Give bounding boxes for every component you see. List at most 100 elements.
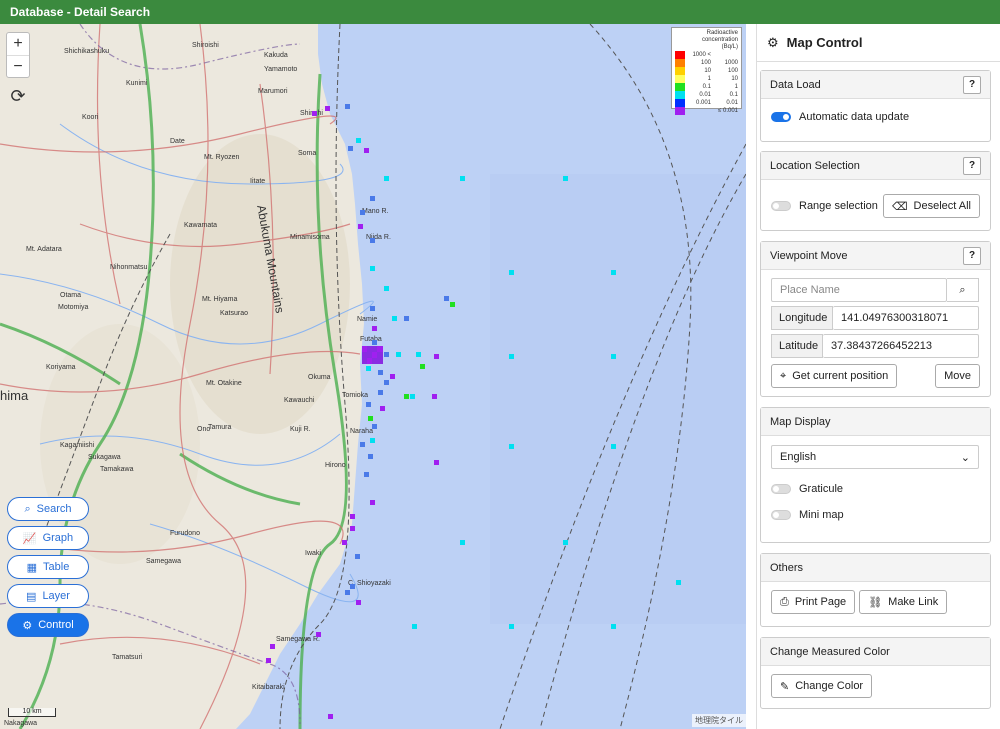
help-button[interactable]: ? [963,75,981,94]
measurement-point[interactable] [368,416,373,421]
print-page-button[interactable]: ⎙ Print Page [771,590,856,614]
zoom-in-button[interactable]: + [7,33,29,55]
measurement-point[interactable] [270,644,275,649]
measurement-point[interactable] [356,138,361,143]
measurement-point[interactable] [356,600,361,605]
measurement-point[interactable] [390,374,395,379]
measurement-point[interactable] [676,580,681,585]
measurement-point[interactable] [392,316,397,321]
measurement-point[interactable] [509,354,514,359]
measurement-point[interactable] [370,196,375,201]
measurement-point[interactable] [378,370,383,375]
layer-button[interactable]: ▤ Layer [7,584,89,608]
measurement-point[interactable] [358,224,363,229]
measurement-point[interactable] [563,176,568,181]
measurement-point[interactable] [404,316,409,321]
auto-update-toggle[interactable] [771,112,791,122]
measurement-point[interactable] [611,444,616,449]
measurement-point[interactable] [370,438,375,443]
range-selection-toggle[interactable] [771,201,791,211]
measurement-point[interactable] [377,352,383,358]
map-attribution[interactable]: 地理院タイル [692,714,746,727]
measurement-point[interactable] [370,500,375,505]
search-button[interactable]: ⌕ Search [7,497,89,521]
refresh-icon[interactable]: ⟳ [6,84,30,108]
measurement-point[interactable] [364,148,369,153]
measurement-point[interactable] [360,442,365,447]
measurement-point[interactable] [384,380,389,385]
measurement-point[interactable] [384,286,389,291]
measurement-point[interactable] [372,326,377,331]
measurement-point[interactable] [432,394,437,399]
graph-button[interactable]: 📈 Graph [7,526,89,550]
measurement-point[interactable] [370,266,375,271]
measurement-point[interactable] [380,406,385,411]
measurement-point[interactable] [355,554,360,559]
measurement-point[interactable] [434,354,439,359]
minimap-toggle[interactable] [771,510,791,520]
search-place-button[interactable]: ⌕ [947,278,979,302]
measurement-point[interactable] [509,444,514,449]
measurement-point[interactable] [328,714,333,719]
measurement-point[interactable] [350,526,355,531]
measurement-point[interactable] [378,390,383,395]
measurement-point[interactable] [350,584,355,589]
measurement-point[interactable] [384,176,389,181]
measurement-point[interactable] [396,352,401,357]
help-button[interactable]: ? [963,156,981,175]
measurement-point[interactable] [377,346,383,352]
measurement-point[interactable] [509,624,514,629]
measurement-point[interactable] [345,104,350,109]
measurement-point[interactable] [450,302,455,307]
measurement-point[interactable] [350,514,355,519]
measurement-point[interactable] [364,472,369,477]
longitude-input[interactable]: 141.04976300318071 [833,306,979,330]
measurement-point[interactable] [563,540,568,545]
measurement-point[interactable] [384,352,389,357]
measurement-point[interactable] [460,176,465,181]
measurement-point[interactable] [368,454,373,459]
make-link-button[interactable]: ⛓ Make Link [859,590,948,614]
measurement-point[interactable] [416,352,421,357]
measurement-point[interactable] [325,106,330,111]
latitude-input[interactable]: 37.38437266452213 [823,334,979,358]
deselect-all-button[interactable]: ⌫ Deselect All [882,194,980,218]
measurement-point[interactable] [342,540,347,545]
measurement-point[interactable] [366,366,371,371]
zoom-out-button[interactable]: − [7,55,29,77]
others-card: Others ⎙ Print Page ⛓ Make Link [760,553,991,627]
language-select[interactable]: English ⌄ [771,445,979,469]
measurement-point[interactable] [372,340,377,345]
measurement-point[interactable] [412,624,417,629]
get-current-position-button[interactable]: ⌖ Get current position [771,364,898,388]
measurement-point[interactable] [611,270,616,275]
graticule-toggle[interactable] [771,484,791,494]
measurement-point[interactable] [611,624,616,629]
change-color-button[interactable]: ✎ Change Color [771,674,873,698]
place-name-input[interactable]: Place Name [771,278,947,302]
control-button[interactable]: ⚙ Control [7,613,89,637]
table-button[interactable]: ▦ Table [7,555,89,579]
measurement-point[interactable] [312,111,317,116]
measurement-point[interactable] [316,632,321,637]
measurement-point[interactable] [266,658,271,663]
help-button[interactable]: ? [963,246,981,265]
measurement-point[interactable] [444,296,449,301]
measurement-point[interactable] [460,540,465,545]
measurement-point[interactable] [377,358,383,364]
move-button[interactable]: Move [935,364,980,388]
measurement-point[interactable] [370,238,375,243]
map-view[interactable]: Abukuma Mountains Minamisoma Namie Futab… [0,24,746,729]
measurement-point[interactable] [345,590,350,595]
measurement-point[interactable] [434,460,439,465]
measurement-point[interactable] [372,424,377,429]
measurement-point[interactable] [370,306,375,311]
measurement-point[interactable] [360,210,365,215]
measurement-point[interactable] [611,354,616,359]
measurement-point[interactable] [410,394,415,399]
measurement-point[interactable] [509,270,514,275]
measurement-point[interactable] [348,146,353,151]
measurement-point[interactable] [366,402,371,407]
measurement-point[interactable] [420,364,425,369]
measurement-point[interactable] [404,394,409,399]
